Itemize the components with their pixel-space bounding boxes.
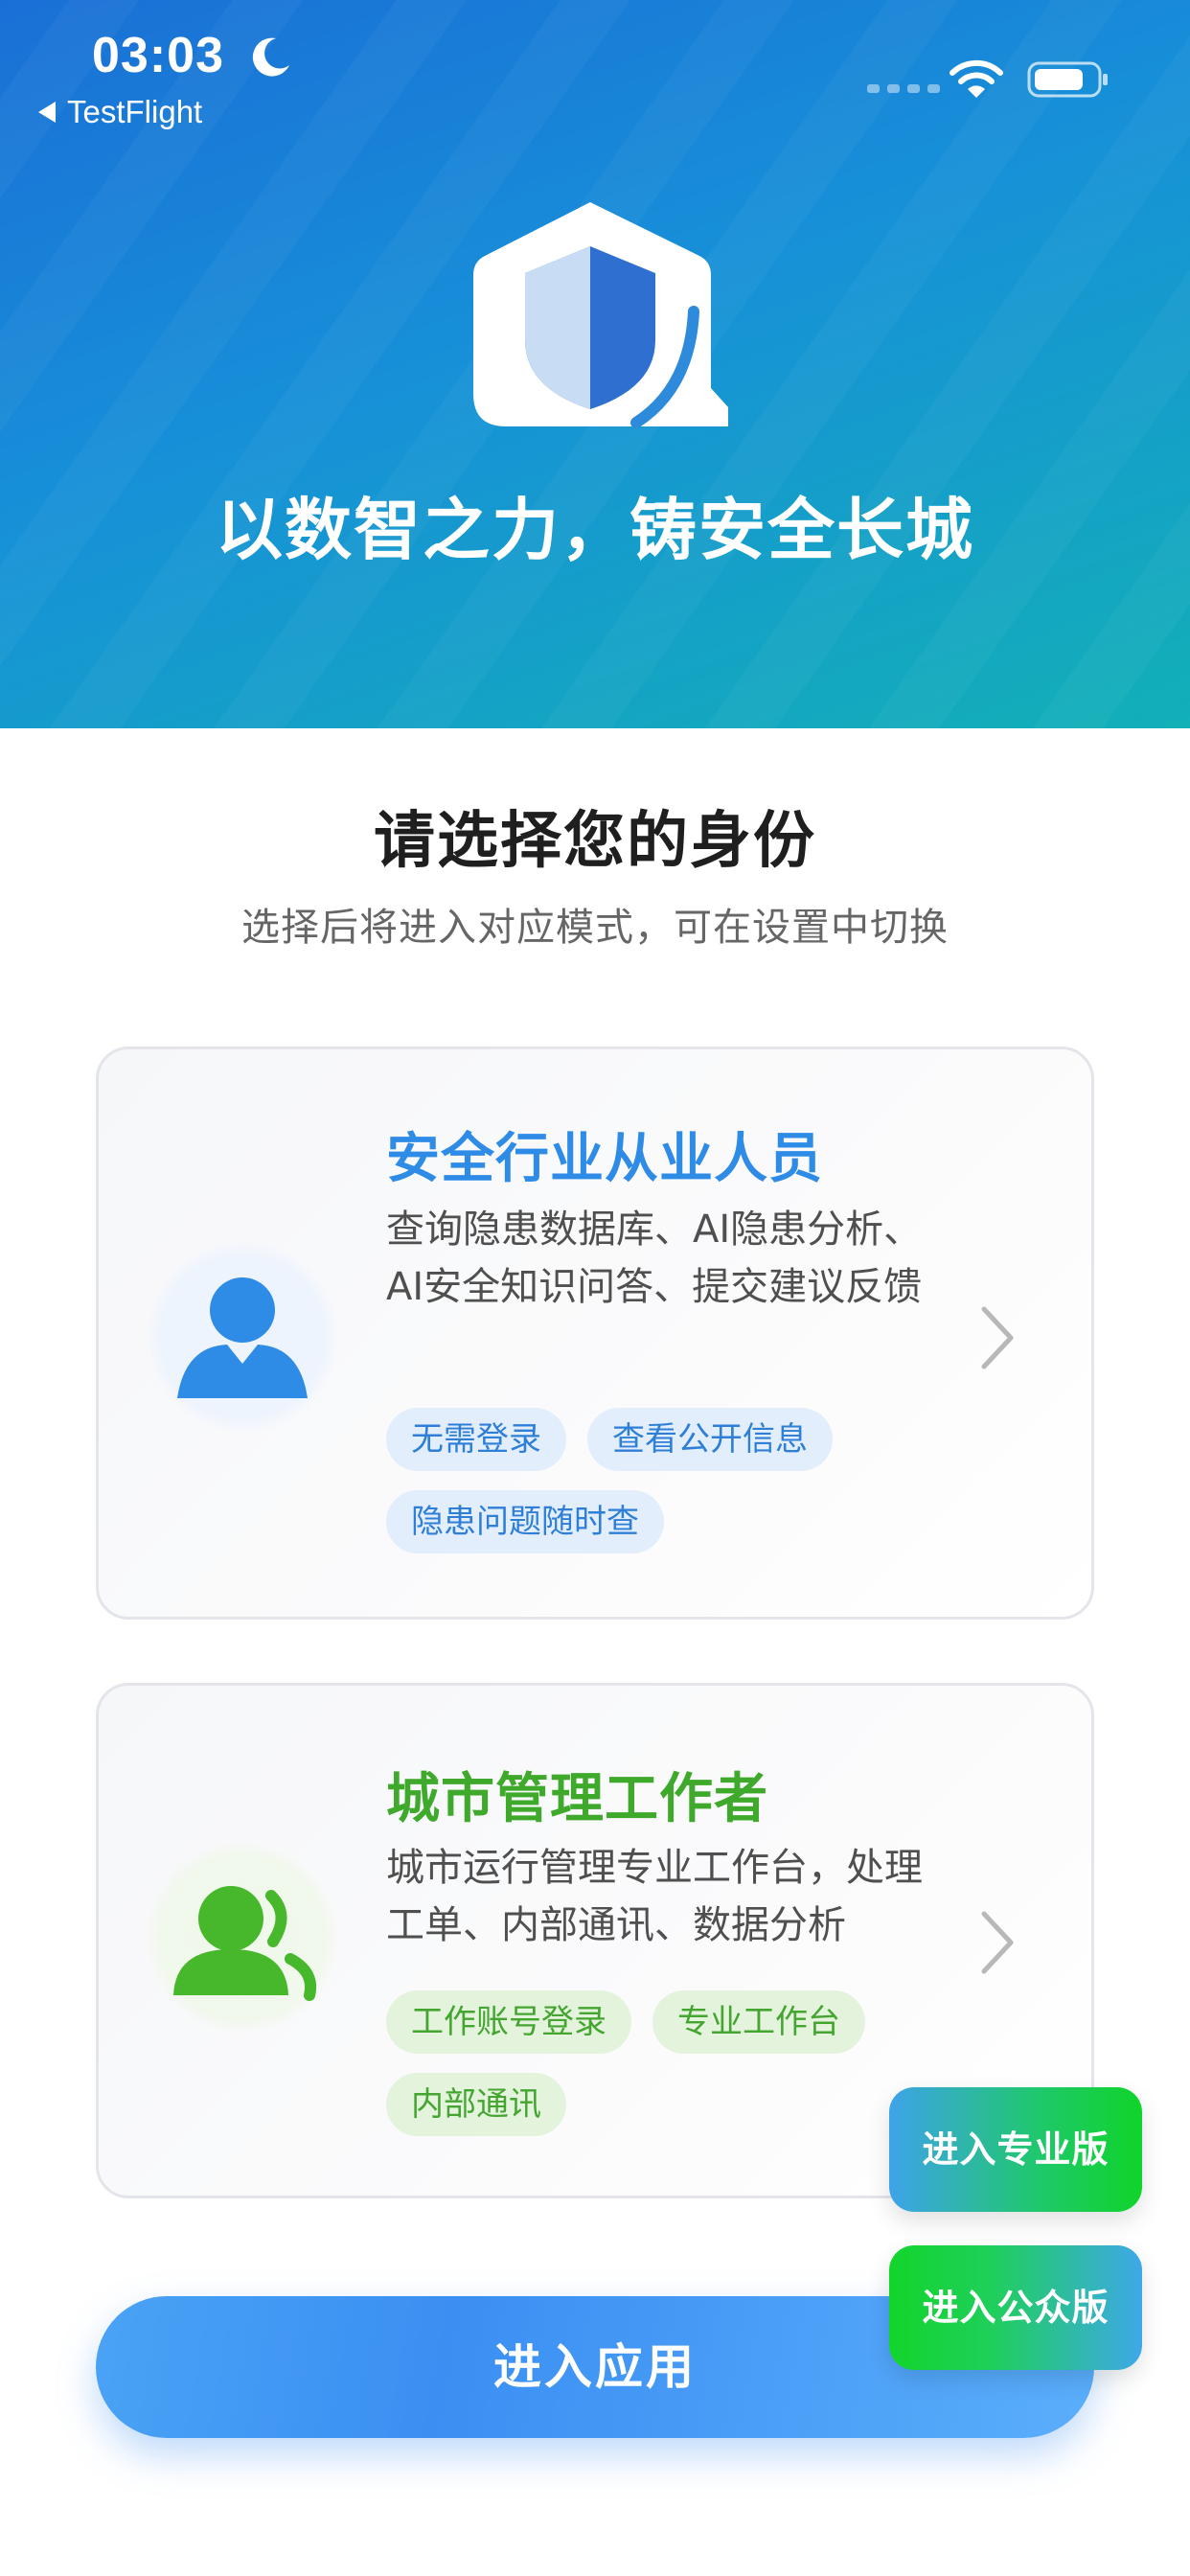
back-arrow-icon (38, 102, 56, 123)
chevron-right-icon (981, 1911, 1014, 1974)
card-title: 城市管理工作者 (386, 1768, 768, 1830)
person-icon (177, 1277, 308, 1398)
tag-list: 无需登录 查看公开信息 隐患问题随时查 (386, 1408, 999, 1553)
app-logo-icon (473, 202, 728, 428)
role-card-safety-professional[interactable]: 安全行业从业人员 查询隐患数据库、AI隐患分析、AI安全知识问答、提交建议反馈 … (96, 1046, 1094, 1620)
back-app-label: TestFlight (67, 94, 203, 129)
tag: 查看公开信息 (587, 1408, 833, 1471)
tag: 隐患问题随时查 (386, 1490, 664, 1553)
chevron-right-icon (981, 1306, 1014, 1369)
tag: 专业工作台 (652, 1990, 865, 2054)
page-title: 请选择您的身份 (374, 806, 816, 877)
hero-banner: 03:03 TestFlight 以数智之力，铸安全长城 (0, 0, 1190, 728)
wifi-icon (950, 59, 1003, 98)
avatar (147, 1241, 338, 1433)
card-description: 城市运行管理专业工作台，处理工单、内部通讯、数据分析 (386, 1846, 923, 1947)
cellular-signal-icon (867, 84, 940, 93)
status-time: 03:03 (92, 28, 224, 83)
battery-icon (1027, 61, 1108, 98)
tag: 无需登录 (386, 1408, 566, 1471)
card-title: 安全行业从业人员 (386, 1128, 823, 1190)
enter-pro-button[interactable]: 进入专业版 (889, 2087, 1142, 2212)
avatar (147, 1842, 338, 2034)
card-description: 查询隐患数据库、AI隐患分析、AI安全知识问答、提交建议反馈 (386, 1208, 923, 1309)
tag: 工作账号登录 (386, 1990, 631, 2054)
page-subtitle: 选择后将进入对应模式，可在设置中切换 (241, 906, 949, 950)
group-icon (173, 1886, 316, 2001)
moon-icon (252, 37, 289, 77)
enter-public-button[interactable]: 进入公众版 (889, 2245, 1142, 2370)
hero-slogan: 以数智之力，铸安全长城 (216, 491, 974, 569)
tag: 内部通讯 (386, 2073, 566, 2136)
back-to-testflight[interactable]: TestFlight (38, 94, 202, 130)
